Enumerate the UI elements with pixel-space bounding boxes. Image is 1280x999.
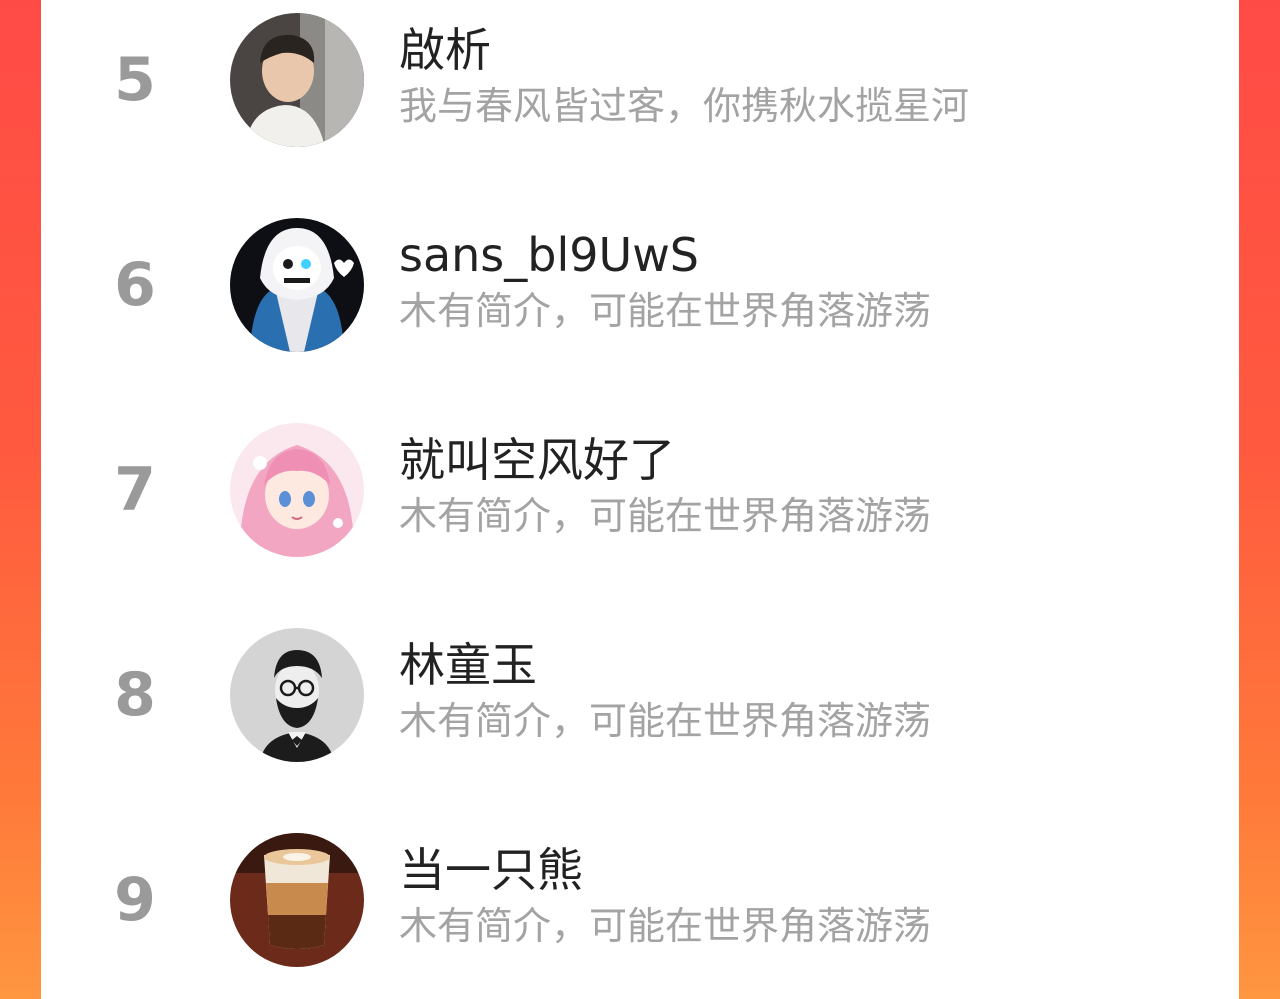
user-name[interactable]: 林童玉 xyxy=(399,636,537,694)
user-name[interactable]: 就叫空风好了 xyxy=(399,431,675,489)
coffee-glass-icon[interactable] xyxy=(230,833,364,967)
user-bio: 木有简介，可能在世界角落游荡 xyxy=(399,289,932,333)
rank-number: 8 xyxy=(114,660,156,730)
user-name[interactable]: sans_bl9UwS xyxy=(399,226,699,284)
bearded-man-icon[interactable] xyxy=(230,628,364,762)
anime-girl-icon[interactable] xyxy=(230,423,364,557)
ranking-card: 5 啟析 我与春风皆过客，你携秋水揽星河 6 sans_bl9UwS 木有简介，… xyxy=(41,0,1239,999)
ranking-list-item[interactable]: 5 啟析 我与春风皆过客，你携秋水揽星河 xyxy=(41,5,1239,155)
rank-number: 5 xyxy=(114,45,156,115)
portrait-photo-icon[interactable] xyxy=(230,13,364,147)
hooded-skull-icon[interactable] xyxy=(230,218,364,352)
ranking-list-item[interactable]: 8 林童玉 木有简介，可能在世界角落游荡 xyxy=(41,620,1239,770)
user-name[interactable]: 当一只熊 xyxy=(399,841,583,899)
rank-number: 9 xyxy=(114,865,156,935)
user-bio: 木有简介，可能在世界角落游荡 xyxy=(399,699,932,743)
ranking-list-item[interactable]: 7 就叫空风好了 木有简介，可能在世界角落游荡 xyxy=(41,415,1239,565)
user-bio: 木有简介，可能在世界角落游荡 xyxy=(399,494,932,538)
rank-number: 7 xyxy=(114,455,156,525)
rank-number: 6 xyxy=(114,250,156,320)
ranking-list-item[interactable]: 6 sans_bl9UwS 木有简介，可能在世界角落游荡 xyxy=(41,210,1239,360)
user-bio: 我与春风皆过客，你携秋水揽星河 xyxy=(399,84,970,128)
ranking-list-item[interactable]: 9 当一只熊 木有简介，可能在世界角落游荡 xyxy=(41,825,1239,975)
user-bio: 木有简介，可能在世界角落游荡 xyxy=(399,904,932,948)
user-name[interactable]: 啟析 xyxy=(399,21,491,79)
